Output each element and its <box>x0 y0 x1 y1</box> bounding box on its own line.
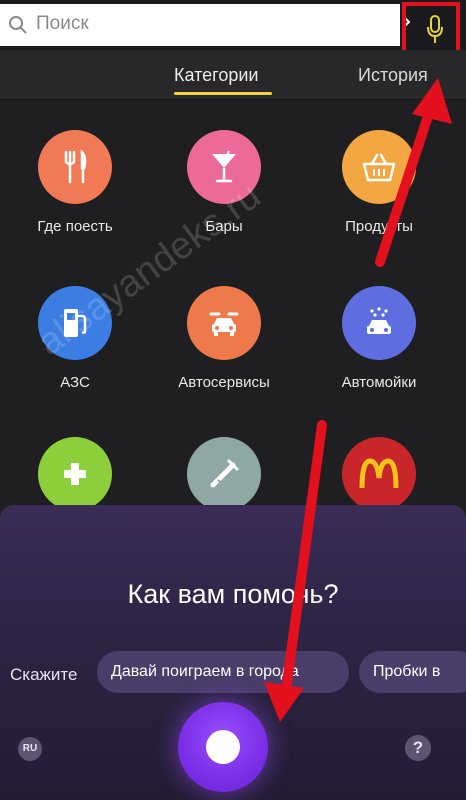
category-pharmacy[interactable] <box>0 437 150 511</box>
suggestion-chip-cities[interactable]: Давай поиграем в города <box>97 651 349 693</box>
search-icon <box>9 16 27 34</box>
basket-icon <box>362 153 396 182</box>
active-tab-indicator <box>174 92 272 95</box>
mcdonalds-logo-icon <box>359 458 399 489</box>
alice-voice-button[interactable] <box>178 702 268 792</box>
search-placeholder: Поиск <box>36 13 89 34</box>
alice-prompt-title: Как вам помочь? <box>127 579 339 609</box>
category-groceries[interactable]: Продукты <box>304 130 454 235</box>
category-label: АЗС <box>60 374 90 391</box>
category-icon-circle <box>342 437 416 511</box>
category-icon-circle <box>187 437 261 511</box>
fork-knife-icon <box>64 150 87 184</box>
category-label: Автосервисы <box>178 374 270 391</box>
category-where-to-eat[interactable]: Где поесть <box>0 130 150 235</box>
suggest-label: Скажите <box>10 665 78 684</box>
language-badge[interactable]: RU <box>18 737 42 761</box>
crutch-icon <box>210 459 239 488</box>
category-car-wash[interactable]: Автомойки <box>304 286 454 391</box>
category-icon-circle <box>342 286 416 360</box>
category-label: Где поесть <box>37 218 113 235</box>
category-mcdonalds[interactable] <box>304 437 454 511</box>
pharmacy-cross-icon <box>64 463 86 485</box>
car-wash-icon <box>367 307 391 334</box>
microphone-icon <box>427 15 443 43</box>
category-car-service[interactable]: Автосервисы <box>149 286 299 391</box>
category-icon-circle <box>38 437 112 511</box>
car-service-icon <box>209 312 239 336</box>
suggestion-chip-traffic[interactable]: Пробки в <box>359 651 466 693</box>
alice-dot-icon <box>206 730 240 764</box>
tab-bar: Категории История <box>0 50 466 98</box>
category-icon-circle <box>38 130 112 204</box>
cocktail-icon <box>212 150 236 183</box>
category-medical[interactable] <box>149 437 299 511</box>
category-icon-circle <box>342 130 416 204</box>
category-label: Продукты <box>345 218 413 235</box>
help-button[interactable]: ? <box>405 735 431 761</box>
search-input[interactable]: Поиск <box>0 4 400 46</box>
tab-history[interactable]: История <box>358 65 428 86</box>
category-label: Автомойки <box>341 374 417 391</box>
search-bar: Поиск <box>0 0 466 58</box>
category-icon-circle <box>187 286 261 360</box>
tab-categories[interactable]: Категории <box>174 65 258 86</box>
alice-assistant-panel: Как вам помочь? Скажите Давай поиграем в… <box>0 505 466 800</box>
